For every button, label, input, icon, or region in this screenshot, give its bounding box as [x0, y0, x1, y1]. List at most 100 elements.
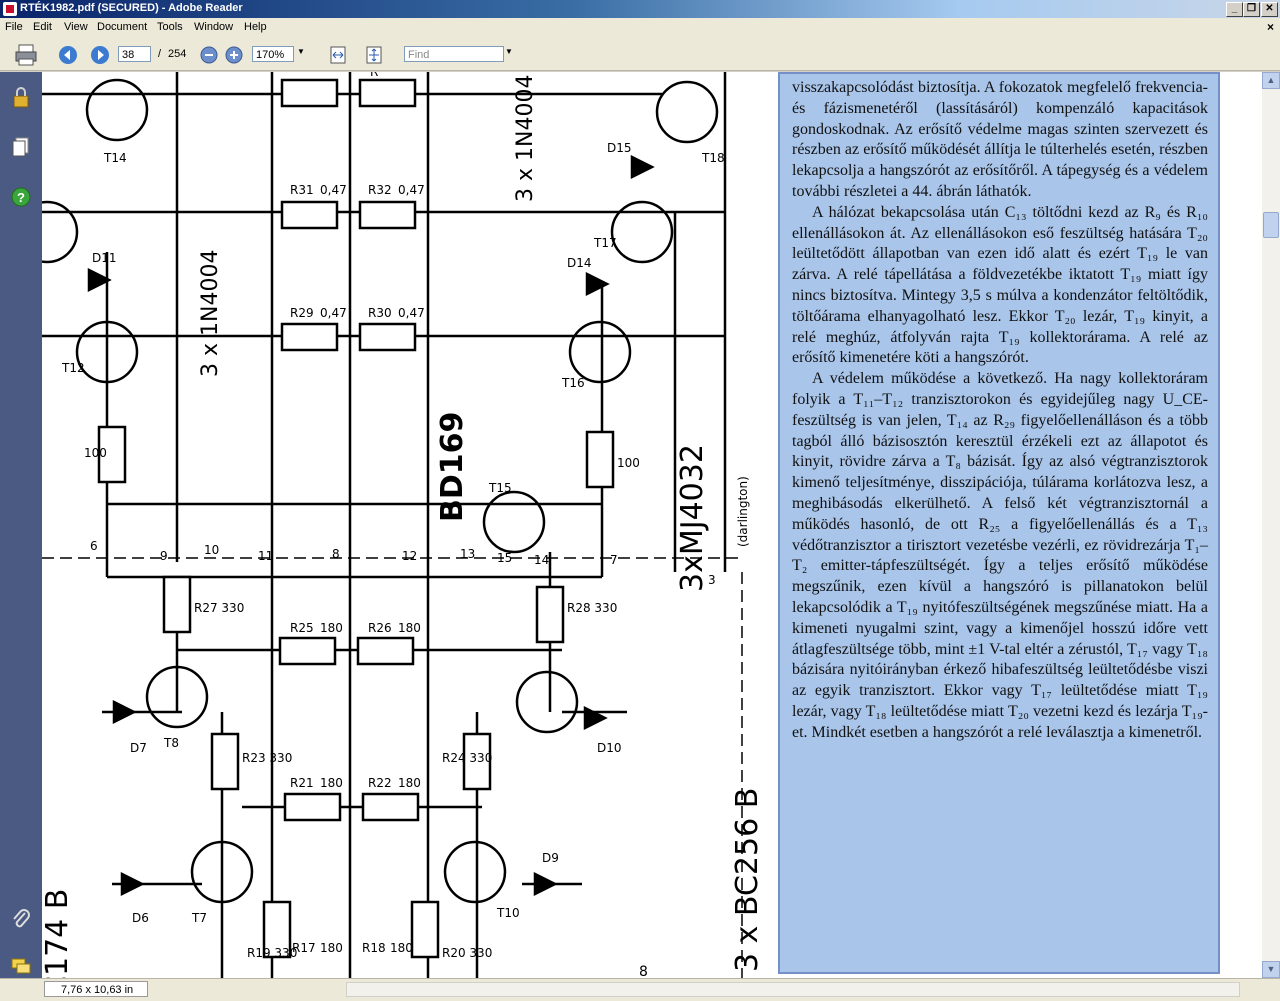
svg-text:T15: T15	[488, 481, 512, 495]
article-paragraph: visszakapcsolódást biztosítja. A fokozat…	[792, 79, 1208, 200]
svg-text:180: 180	[398, 776, 421, 790]
page-separator: /	[158, 48, 162, 60]
restore-button[interactable]: ❐	[1243, 2, 1260, 17]
svg-text:0,47: 0,47	[320, 183, 347, 197]
svg-text:R24 330: R24 330	[442, 751, 492, 765]
svg-text:0,47: 0,47	[398, 306, 425, 320]
document-view[interactable]: 3 x 1N4004 3 x 1N4004 BD169 3xMJ4032 (da…	[42, 72, 1262, 978]
circuit-schematic: 3 x 1N4004 3 x 1N4004 BD169 3xMJ4032 (da…	[42, 72, 765, 978]
menu-view[interactable]: View	[64, 21, 88, 33]
lock-icon[interactable]	[10, 86, 32, 108]
page-size-indicator: 7,76 x 10,63 in	[44, 981, 148, 997]
svg-text:10: 10	[204, 543, 219, 557]
attachments-icon[interactable]	[10, 908, 32, 930]
menu-window[interactable]: Window	[194, 21, 233, 33]
next-page-icon[interactable]	[90, 45, 110, 65]
svg-text:T16: T16	[561, 376, 585, 390]
pages-icon[interactable]	[10, 136, 32, 158]
svg-text:180: 180	[390, 941, 413, 955]
help-icon[interactable]: ?	[10, 186, 32, 208]
svg-text:R23 330: R23 330	[242, 751, 292, 765]
svg-text:100: 100	[84, 446, 107, 460]
svg-text:R20 330: R20 330	[442, 946, 492, 960]
svg-text:180: 180	[320, 776, 343, 790]
svg-text:100: 100	[617, 456, 640, 470]
fit-width-icon[interactable]	[328, 45, 348, 65]
zoom-out-icon[interactable]	[200, 46, 218, 64]
svg-text:R22: R22	[368, 776, 392, 790]
svg-text:14: 14	[534, 553, 549, 567]
svg-text:9: 9	[160, 549, 168, 563]
svg-text:T12: T12	[61, 361, 85, 375]
svg-text:T8: T8	[163, 736, 179, 750]
minimize-button[interactable]: _	[1226, 2, 1243, 17]
svg-text:6: 6	[90, 539, 98, 553]
page-total: 254	[168, 48, 187, 60]
svg-text:15: 15	[497, 551, 512, 565]
svg-text:T7: T7	[191, 911, 207, 925]
menu-file[interactable]: File	[5, 21, 23, 33]
diode-type-label: 3 x 1N4004	[198, 250, 223, 377]
title-bar: RTÉK1982.pdf (SECURED) - Adobe Reader _ …	[0, 0, 1280, 18]
menu-document[interactable]: Document	[97, 21, 147, 33]
svg-text:T10: T10	[496, 906, 520, 920]
find-input[interactable]: Find	[404, 46, 504, 62]
svg-text:7: 7	[610, 553, 618, 567]
svg-text:0,47: 0,47	[398, 183, 425, 197]
svg-text:13: 13	[460, 547, 475, 561]
close-document-button[interactable]: ×	[1267, 20, 1274, 34]
close-button[interactable]: ✕	[1261, 2, 1278, 17]
darlington-label: (darlington)	[736, 476, 750, 547]
svg-text:8: 8	[332, 547, 340, 561]
bd169-label: BD169	[435, 412, 470, 522]
svg-text:R18: R18	[362, 941, 386, 955]
svg-text:D11: D11	[92, 251, 117, 265]
navigation-sidebar: ?	[0, 72, 42, 978]
menu-edit[interactable]: Edit	[33, 21, 52, 33]
zoom-in-icon[interactable]	[225, 46, 243, 64]
scroll-down-icon[interactable]: ▼	[1262, 961, 1280, 978]
comments-icon[interactable]	[10, 956, 32, 978]
svg-text:T14: T14	[103, 151, 127, 165]
status-bar: 7,76 x 10,63 in	[0, 978, 1280, 1001]
svg-text:0,47: 0,47	[320, 306, 347, 320]
svg-text:R21: R21	[290, 776, 314, 790]
svg-text:180: 180	[320, 941, 343, 955]
svg-text:R25: R25	[290, 621, 314, 635]
print-icon[interactable]	[14, 44, 38, 66]
bc256b-label: 3 x BC256 B	[730, 788, 765, 972]
scrollbar-thumb[interactable]	[1263, 212, 1279, 238]
scroll-up-icon[interactable]: ▲	[1262, 72, 1280, 89]
svg-text:T17: T17	[593, 236, 617, 250]
svg-text:?: ?	[17, 190, 25, 205]
svg-text:D15: D15	[607, 141, 632, 155]
svg-text:D10: D10	[597, 741, 622, 755]
menu-help[interactable]: Help	[244, 21, 267, 33]
svg-text:R19 330: R19 330	[247, 946, 297, 960]
vertical-scrollbar[interactable]: ▲ ▼	[1262, 72, 1280, 978]
svg-text:R32: R32	[368, 183, 392, 197]
find-dropdown-icon[interactable]: ▼	[505, 47, 513, 56]
svg-text:R29: R29	[290, 306, 314, 320]
svg-text:R28 330: R28 330	[567, 601, 617, 615]
page-number-input[interactable]: 38	[118, 46, 151, 62]
article-paragraph: A hálózat bekapcsolása után C₁₃ töltődni…	[792, 203, 1208, 367]
mj4032-label: 3xMJ4032	[675, 444, 710, 592]
menu-tools[interactable]: Tools	[157, 21, 183, 33]
article-text-panel: visszakapcsolódást biztosítja. A fokozat…	[778, 72, 1220, 974]
bc174b-label: BC174 B	[42, 889, 75, 978]
zoom-level-input[interactable]: 170%	[252, 46, 294, 62]
svg-text:8: 8	[639, 964, 648, 978]
svg-text:T18: T18	[701, 151, 725, 165]
svg-text:D9: D9	[542, 851, 559, 865]
fit-page-icon[interactable]	[364, 45, 384, 65]
previous-page-icon[interactable]	[58, 45, 78, 65]
toolbar: 38 / 254 170% ▼ Find ▼	[0, 38, 1280, 71]
svg-text:R17: R17	[292, 941, 316, 955]
svg-text:D6: D6	[132, 911, 149, 925]
menu-bar: File Edit View Document Tools Window Hel…	[0, 18, 1280, 38]
horizontal-scrollbar[interactable]	[346, 982, 1240, 997]
svg-text:12: 12	[402, 549, 417, 563]
zoom-dropdown-icon[interactable]: ▼	[297, 47, 305, 56]
diode-type-label-2: 3 x 1N4004	[513, 75, 538, 202]
